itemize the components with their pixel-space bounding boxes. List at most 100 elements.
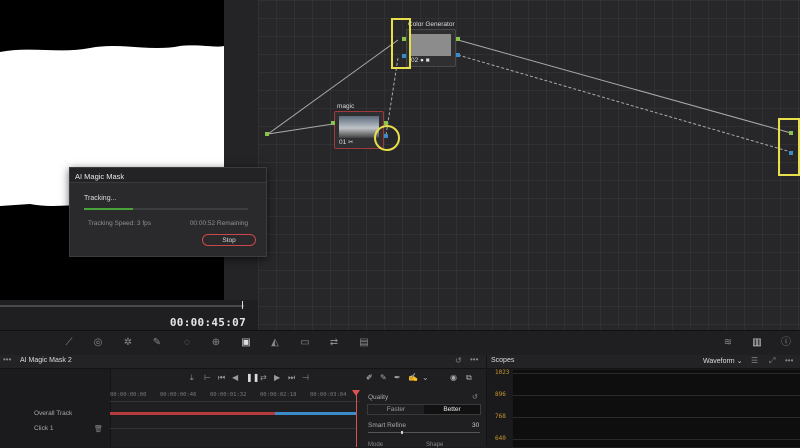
overall-track-pending [274,412,356,415]
quality-reset-icon[interactable]: ↺ [472,393,478,401]
ruler-label: 00:00:00:46 [160,392,197,398]
highlight-box [391,18,411,69]
mask-overlay-icon[interactable]: ◉ [450,373,457,382]
track-out-icon[interactable]: ⊣ [302,373,309,382]
playhead-line[interactable] [356,391,357,447]
mask-brush-dropdown-icon[interactable]: ⌄ [422,373,429,382]
more-options-icon[interactable]: ••• [785,356,793,365]
node-thumbnail [339,116,379,138]
scopes-header: Scopes Waveform ⌄ ☰ ⤢ ••• [487,355,800,369]
mask-pen-icon[interactable]: ✒ [394,373,401,382]
mask-view-icon[interactable]: ⧉ [466,373,472,383]
quality-better-button[interactable]: Better [424,405,480,414]
tracker-icon[interactable]: ⊕ [210,337,222,349]
graph-input-port[interactable] [265,132,269,136]
blur-icon[interactable]: ◭ [269,337,281,349]
node-title: Color Generator [408,21,455,28]
node-number: 02 [411,57,419,64]
picker-icon[interactable]: ✎ [151,337,163,349]
scrub-track[interactable] [0,305,244,307]
connection-generator-alpha [457,54,792,153]
quality-label: Quality [368,394,389,401]
loop-icon[interactable]: ⇄ [260,373,267,382]
mask-eraser-icon[interactable]: ✍ [408,373,418,382]
scopes-panel: Scopes Waveform ⌄ ☰ ⤢ ••• 1023 896 768 6… [486,355,800,447]
node-badge-icons: ✂ [348,139,354,146]
magic-mask-icon[interactable]: ▣ [240,337,252,349]
mask-stroke-subtract-icon[interactable]: ✎ [380,373,387,382]
tracking-speed: Tracking Speed: 3 fps [88,220,151,227]
scope-mode-select[interactable]: Waveform ⌄ [703,357,742,365]
overall-track-bar[interactable] [110,412,356,415]
magic-mask-panel: ••• AI Magic Mask 2 ↺ ••• Overall Track … [0,355,486,448]
scope-level-label: 768 [495,413,506,420]
pause-icon[interactable]: ❚❚ [246,373,259,382]
quality-faster-button[interactable]: Faster [368,405,424,414]
track-in-icon[interactable]: ⊢ [204,373,211,382]
scrub-playhead[interactable] [242,301,243,309]
expand-icon[interactable]: ⤢ [769,356,775,366]
trash-icon[interactable]: 🗑 [94,425,103,433]
highlight-box [778,118,800,176]
ruler-label: 00:00:03:04 [310,392,347,398]
node-title: magic [337,103,355,110]
scopes-title: Scopes [491,357,515,364]
dialog-title: AI Magic Mask [70,168,266,183]
track-label-overall[interactable]: Overall Track [34,410,72,417]
sizing-icon[interactable]: ⇄ [328,337,340,349]
scope-gridline [513,439,800,440]
play-forward-icon[interactable]: ▶ [274,373,280,382]
track-backward-icon[interactable]: ⤓ [190,373,194,383]
window-icon[interactable]: ◌ [181,337,193,349]
go-start-icon[interactable]: ⏮ [218,373,225,383]
scope-level-label: 896 [495,391,506,398]
timeline-ruler[interactable]: 00:00:00:00 00:00:00:46 00:00:01:32 00:0… [110,391,360,402]
reset-icon[interactable]: ↺ [455,356,462,365]
node-output-port[interactable] [456,37,460,41]
mask-settings: ✐ ✎ ✒ ✍ ⌄ ◉ ⧉ Quality ↺ Faster Better Sm… [362,369,486,448]
scope-level-label: 1023 [495,369,510,376]
scope-gridline [513,395,800,396]
stop-button[interactable]: Stop [202,234,256,246]
viewer-scrubber[interactable]: 00:00:45:07 [0,300,258,330]
scope-gridline [513,417,800,418]
waveform-display [513,370,800,447]
color-generator-node[interactable]: 02 ● ■ [406,29,456,67]
node-key-output-port[interactable] [456,53,460,57]
key-icon[interactable]: ▭ [299,337,311,349]
node-editor[interactable]: Color Generator 02 ● ■ magic 01 ✂ [258,0,800,330]
connection-generator-output [457,39,792,134]
qualifier-icon[interactable]: ✲ [122,337,134,349]
overall-track-tracked [110,412,275,415]
shape-label: Shape [426,442,444,448]
tracking-transport: ⤓ ⊢ ⏮ ◀ ❚❚ ⇄ ▶ ⏭ ⊣ [110,369,360,387]
curves-icon[interactable]: ⟋ [63,337,75,349]
click-track-bar[interactable] [110,428,356,429]
tracking-progress-fill [84,208,134,210]
smart-refine-slider[interactable] [368,432,480,433]
step-back-icon[interactable]: ◀ [232,373,238,382]
motion-effects-icon[interactable]: ≋ [722,337,734,349]
track-label-click[interactable]: Click 1 [34,425,54,432]
3d-icon[interactable]: ▤ [358,337,370,349]
scopes-toggle-icon[interactable]: ▥ [751,337,763,349]
mask-stroke-add-icon[interactable]: ✐ [366,373,373,382]
viewer-timecode: 00:00:45:07 [169,316,246,329]
info-icon[interactable]: ⓘ [780,337,792,349]
track-list: Overall Track Click 1 🗑 [0,369,111,447]
time-remaining: 00:00:52 Remaining [189,220,248,227]
color-warper-icon[interactable]: ◎ [92,337,104,349]
highlight-circle [374,125,400,151]
quality-toggle: Faster Better [367,404,481,415]
ruler-label: 00:00:02:18 [260,392,297,398]
node-input-port[interactable] [331,121,335,125]
more-options-icon[interactable]: ••• [470,355,478,364]
ruler-label: 00:00:01:32 [210,392,247,398]
smart-refine-value[interactable]: 30 [472,422,479,429]
node-number: 01 [339,139,347,146]
go-end-icon[interactable]: ⏭ [288,373,295,383]
scope-settings-icon[interactable]: ☰ [751,356,758,365]
panel-menu-icon[interactable]: ••• [3,355,11,364]
magic-mask-panel-header: ••• AI Magic Mask 2 ↺ ••• [0,355,486,369]
smart-refine-knob[interactable] [401,431,403,434]
